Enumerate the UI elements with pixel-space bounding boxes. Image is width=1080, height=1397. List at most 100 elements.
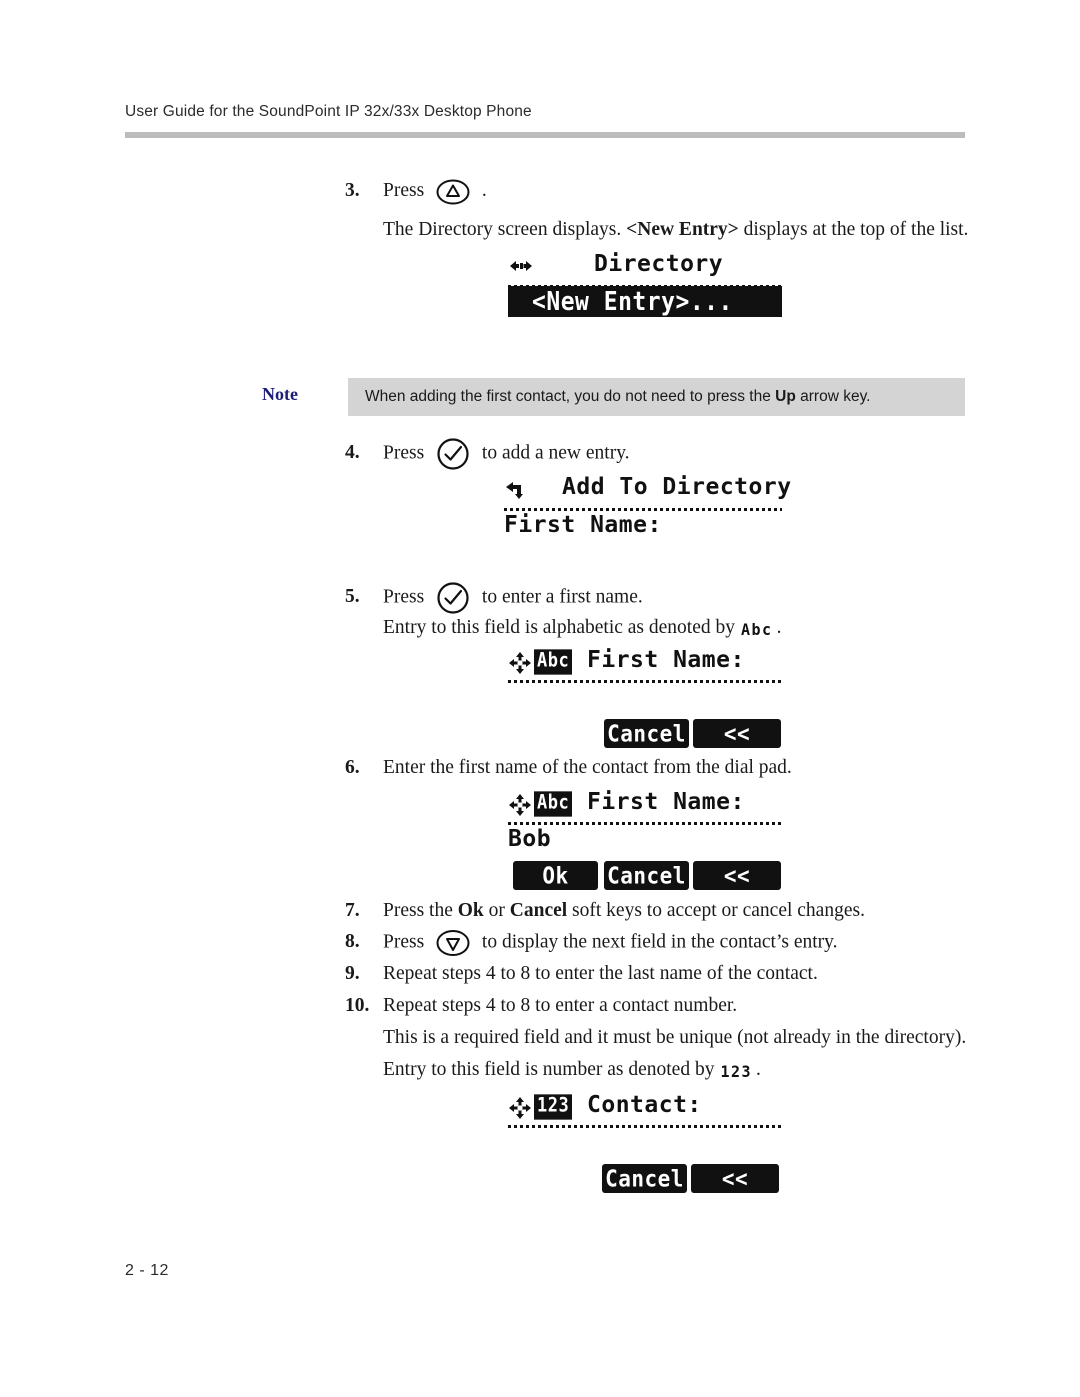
step-9-text: Repeat steps 4 to 8 to enter the last na… — [383, 963, 818, 984]
up-arrow-key-icon — [436, 179, 470, 205]
step-5-note: Entry to this field is alphabetic as den… — [383, 615, 781, 643]
step-5-press-label: Press — [383, 586, 425, 608]
step-3-press-label: Press — [383, 180, 425, 201]
note-label: Note — [262, 384, 298, 404]
lcd-screen-directory: Directory <New Entry>... — [508, 251, 788, 350]
step-9-number: 9. — [345, 963, 360, 984]
step-3-text: Press . — [383, 178, 487, 205]
softkey-back[interactable]: << — [691, 1164, 779, 1193]
step-3-result-newentry: <New Entry> — [626, 219, 739, 240]
note-text: When adding the first contact, you do no… — [348, 388, 870, 406]
lcd-first-name-separator — [508, 822, 783, 825]
lcd-screen-add-to-directory: Add To Directory First Name: — [504, 474, 791, 563]
lcd-first-name-title: First Name: — [587, 789, 745, 815]
step-6: 6. Enter the first name of the contact f… — [345, 755, 792, 781]
step-7-number: 7. — [345, 900, 360, 921]
step-8-text: Press to display the next field in the c… — [383, 929, 838, 957]
step-3-result: The Directory screen displays. <New Entr… — [383, 217, 968, 243]
step-3-period: . — [481, 180, 487, 201]
step-10: 10. Repeat steps 4 to 8 to enter a conta… — [345, 993, 737, 1019]
lcd-screen-contact: 123 Contact: Cancel << — [508, 1092, 788, 1195]
down-arrow-key-icon — [436, 929, 470, 957]
step-10-note-2-period: . — [756, 1059, 761, 1080]
softkey-cancel-label: Cancel — [605, 1165, 684, 1192]
step-5-tail: to enter a first name. — [481, 586, 643, 608]
step-8-press-label: Press — [383, 931, 425, 953]
softkey-cancel-label: Cancel — [607, 720, 686, 747]
step-3-result-tail: displays at the top of the list. — [738, 219, 969, 240]
softkey-back-label: << — [723, 862, 751, 889]
step-4-number: 4. — [345, 442, 360, 464]
step-9: 9. Repeat steps 4 to 8 to enter the last… — [345, 961, 818, 987]
lcd-directory-title: Directory — [594, 251, 724, 277]
lcd-first-name-mode-badge: Abc — [534, 649, 573, 675]
left-right-arrow-icon — [508, 255, 534, 277]
step-5: 5. Press to enter a first name. — [345, 582, 643, 614]
step-10-text: Repeat steps 4 to 8 to enter a contact n… — [383, 995, 738, 1016]
softkey-cancel[interactable]: Cancel — [602, 1164, 687, 1193]
softkey-back[interactable]: << — [693, 861, 781, 890]
step-4-text: Press to add a new entry. — [383, 438, 630, 470]
edit-navigation-icon — [508, 651, 532, 675]
step-3-result-lead: The Directory screen displays. — [383, 219, 627, 240]
page-footer: 2 - 12 — [125, 1262, 169, 1279]
numeric-mode-glyph: 123 — [720, 1062, 753, 1082]
step-7: 7. Press the Ok or Cancel soft keys to a… — [345, 898, 865, 924]
softkey-ok[interactable]: Ok — [513, 861, 598, 890]
step-4: 4. Press to add a new entry. — [345, 438, 630, 470]
lcd-directory-selected-row[interactable]: <New Entry>... — [508, 286, 782, 317]
note-body: When adding the first contact, you do no… — [348, 378, 965, 416]
step-5-number: 5. — [345, 586, 360, 608]
softkey-back[interactable]: << — [693, 719, 781, 748]
softkey-ok-label: Ok — [542, 862, 569, 889]
step-4-tail: to add a new entry. — [481, 442, 630, 464]
softkey-back-label: << — [721, 1165, 749, 1192]
select-checkmark-key-icon — [436, 582, 470, 614]
lcd-screen-first-name-filled: Abc First Name: Bob Ok Cancel << — [508, 789, 788, 892]
step-7-ok: Ok — [457, 900, 484, 921]
note-text-lead: When adding the first contact, you do no… — [365, 388, 776, 405]
step-5-note-lead: Entry to this field is alphabetic as den… — [383, 617, 735, 638]
step-10-number: 10. — [345, 995, 370, 1016]
step-7-cancel: Cancel — [509, 900, 568, 921]
softkey-cancel-label: Cancel — [607, 862, 686, 889]
step-7-tail: soft keys to accept or cancel changes. — [567, 900, 865, 921]
lcd-first-name-mode-badge: Abc — [534, 791, 573, 817]
step-8: 8. Press to display the next field in th… — [345, 929, 838, 957]
lcd-directory-selected-label: <New Entry>... — [532, 286, 733, 317]
step-7-text: Press the Ok or Cancel soft keys to acce… — [383, 898, 865, 924]
note-box: Note When adding the first contact, you … — [262, 378, 965, 416]
step-8-tail: to display the next field in the contact… — [481, 931, 838, 953]
edit-navigation-icon — [508, 793, 532, 817]
page-header: User Guide for the SoundPoint IP 32x/33x… — [125, 103, 965, 121]
step-6-number: 6. — [345, 757, 360, 778]
step-3-number: 3. — [345, 180, 360, 201]
note-text-tail: arrow key. — [795, 388, 871, 405]
note-text-up: Up — [775, 388, 796, 405]
step-6-text: Enter the first name of the contact from… — [383, 757, 792, 778]
header-title: User Guide for the SoundPoint IP 32x/33x… — [125, 103, 532, 120]
select-checkmark-key-icon — [436, 438, 470, 470]
softkey-back-label: << — [723, 720, 751, 747]
abc-mode-glyph: Abc — [741, 620, 773, 640]
back-arrow-icon — [504, 478, 528, 502]
step-5-note-period: . — [776, 617, 782, 638]
lcd-contact-title: Contact: — [587, 1092, 702, 1118]
lcd-add-directory-title: Add To Directory — [562, 474, 792, 500]
softkey-cancel[interactable]: Cancel — [604, 861, 689, 890]
edit-navigation-icon — [508, 1096, 532, 1120]
softkey-cancel[interactable]: Cancel — [604, 719, 689, 748]
step-10-note-1: This is a required field and it must be … — [383, 1027, 967, 1048]
step-7-lead: Press the — [383, 900, 458, 921]
lcd-screen-first-name-empty: Abc First Name: Cancel << — [508, 647, 788, 750]
step-4-press-label: Press — [383, 442, 425, 464]
step-3: 3. Press . — [345, 178, 487, 205]
lcd-add-directory-separator — [504, 508, 782, 511]
lcd-first-name-value: Bob — [508, 826, 552, 852]
step-10-note-2: Entry to this field is number as denoted… — [383, 1057, 761, 1085]
header-divider — [125, 132, 965, 138]
step-8-number: 8. — [345, 931, 360, 953]
lcd-first-name-separator — [508, 680, 783, 683]
step-5-text: Press to enter a first name. — [383, 582, 643, 614]
step-7-or: or — [483, 900, 510, 921]
